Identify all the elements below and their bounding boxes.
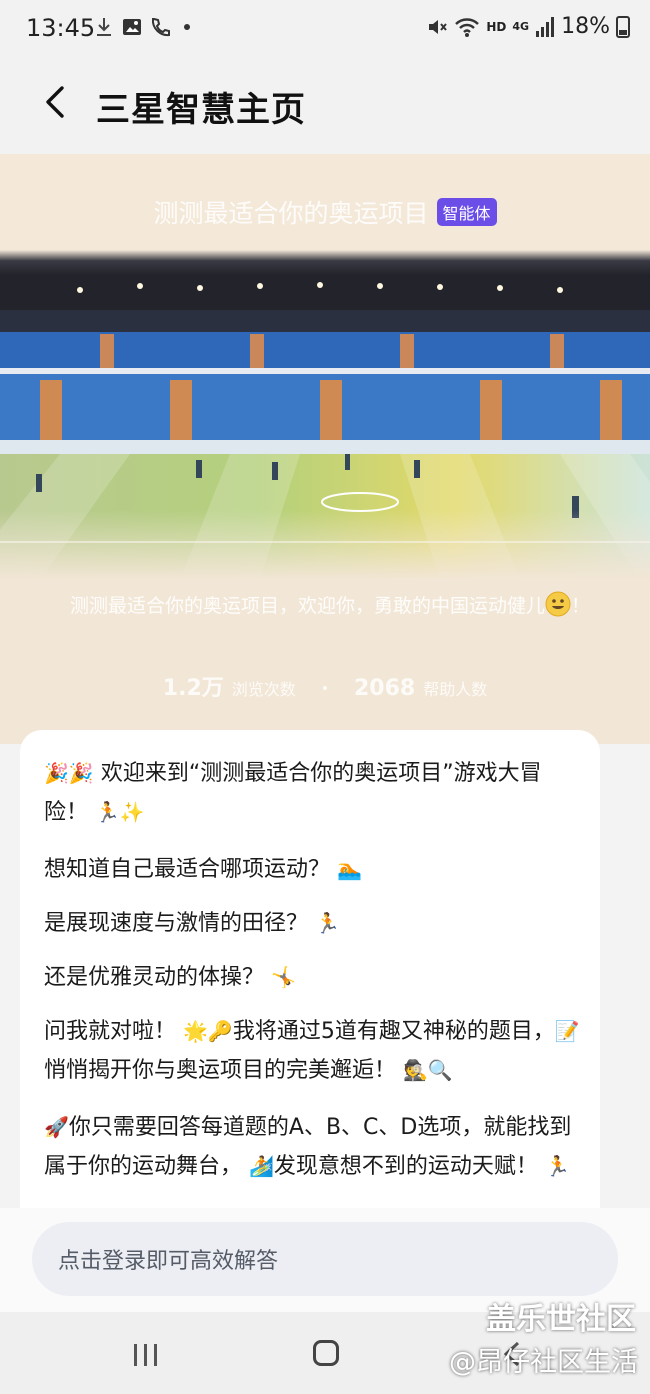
hero-title: 测测最适合你的奥运项目: [153, 199, 429, 228]
smiley-icon: [545, 591, 571, 617]
surfer-icon: 🏄: [249, 1154, 274, 1178]
gymnast-icon: 🤸: [271, 965, 296, 989]
phone-icon: [151, 18, 170, 37]
stats-separator: [322, 686, 327, 690]
status-bar: 13:45 HD 4G 18%: [0, 0, 650, 60]
views-label: 浏览次数: [231, 680, 296, 699]
runner-icon: 🏃: [544, 1154, 570, 1178]
battery-icon: [616, 15, 630, 38]
back-arrow-icon[interactable]: [38, 80, 78, 124]
battery-percent: 18%: [561, 14, 610, 39]
network-label: 4G: [512, 20, 530, 33]
hero-description-tail: ！: [571, 595, 591, 617]
recent-apps-icon[interactable]: [132, 1342, 160, 1368]
watermark-community: 盖乐世社区: [486, 1302, 636, 1337]
message-text: 问我就对啦！: [44, 1019, 177, 1044]
message-text: 想知道自己最适合哪项运动？: [44, 857, 331, 882]
helped-count: 2068: [353, 676, 416, 701]
login-input[interactable]: 点击登录即可高效解答: [32, 1222, 618, 1296]
message-paragraph-5: 问我就对啦！ 🌟🔑我将通过5道有趣又神秘的题目，📝 悄悄揭开你与奥运项目的完美邂逅…: [44, 1012, 584, 1090]
signal-icon: [536, 16, 555, 37]
status-time: 13:45: [26, 14, 96, 42]
party-popper-icon: 🎉🎉: [44, 761, 94, 785]
hd-label: HD: [486, 19, 507, 34]
message-paragraph-6: 🚀你只需要回答每道题的A、B、C、D选项，就能找到属于你的运动舞台， 🏄发现意想…: [44, 1108, 584, 1186]
detective-magnifier-icon: 🕵🔍: [403, 1058, 453, 1082]
page-title: 三星智慧主页: [96, 90, 306, 130]
runner-sparkles-icon: 🏃✨: [95, 800, 145, 824]
agent-badge: 智能体: [436, 198, 497, 226]
hero-description-text: 测测最适合你的奥运项目，欢迎你，勇敢的中国运动健儿: [69, 595, 545, 617]
status-right: HD 4G 18%: [426, 14, 630, 39]
app-header: 三星智慧主页: [0, 60, 650, 154]
message-paragraph-4: 还是优雅灵动的体操？ 🤸: [44, 958, 584, 997]
helped-label: 帮助人数: [423, 680, 488, 699]
stadium-image: [0, 250, 650, 580]
download-icon: [97, 18, 111, 36]
rocket-icon: 🚀: [44, 1115, 69, 1139]
memo-icon: 📝: [554, 1019, 580, 1043]
gallery-icon: [123, 19, 141, 35]
message-paragraph-2: 想知道自己最适合哪项运动？ 🏊: [44, 850, 584, 889]
swimmer-icon: 🏊: [337, 857, 362, 881]
message-text: 还是优雅灵动的体操？: [44, 965, 265, 990]
message-text: 悄悄揭开你与奥运项目的完美邂逅！: [44, 1058, 397, 1083]
message-text: 是展现速度与激情的田径？: [44, 911, 309, 936]
status-left-icons: [94, 16, 190, 38]
hero-description: 测测最适合你的奥运项目，欢迎你，勇敢的中国运动健儿 ！: [50, 590, 610, 622]
message-text: 我将通过5道有趣又神秘的题目，: [232, 1019, 555, 1044]
mute-icon: [429, 19, 448, 34]
watermark-author: @昂仔社区生活: [449, 1347, 638, 1378]
hero-stats: 1.2万 浏览次数 2068 帮助人数: [0, 670, 650, 702]
input-placeholder: 点击登录即可高效解答: [58, 1249, 279, 1274]
wifi-icon: [455, 17, 480, 37]
welcome-message-card: 🎉🎉 欢迎来到“测测最适合你的奥运项目”游戏大冒险！ 🏃✨ 想知道自己最适合哪项…: [20, 730, 600, 1208]
agent-hero: 测测最适合你的奥运项目 智能体 测测最适合你的奥运项目，欢迎你，勇敢的中国运动健…: [0, 154, 650, 744]
star-key-icon: 🌟🔑: [183, 1019, 233, 1043]
message-text: 发现意想不到的运动天赋！: [273, 1154, 538, 1179]
home-icon[interactable]: [313, 1340, 339, 1366]
views-count: 1.2万: [162, 676, 224, 701]
message-paragraph-3: 是展现速度与激情的田径？ 🏃: [44, 904, 584, 943]
message-paragraph-1: 🎉🎉 欢迎来到“测测最适合你的奥运项目”游戏大冒险！ 🏃✨: [44, 754, 584, 832]
runner-icon: 🏃: [315, 911, 340, 935]
notification-dot-icon: [184, 24, 190, 30]
hero-title-row: 测测最适合你的奥运项目 智能体: [0, 194, 650, 230]
